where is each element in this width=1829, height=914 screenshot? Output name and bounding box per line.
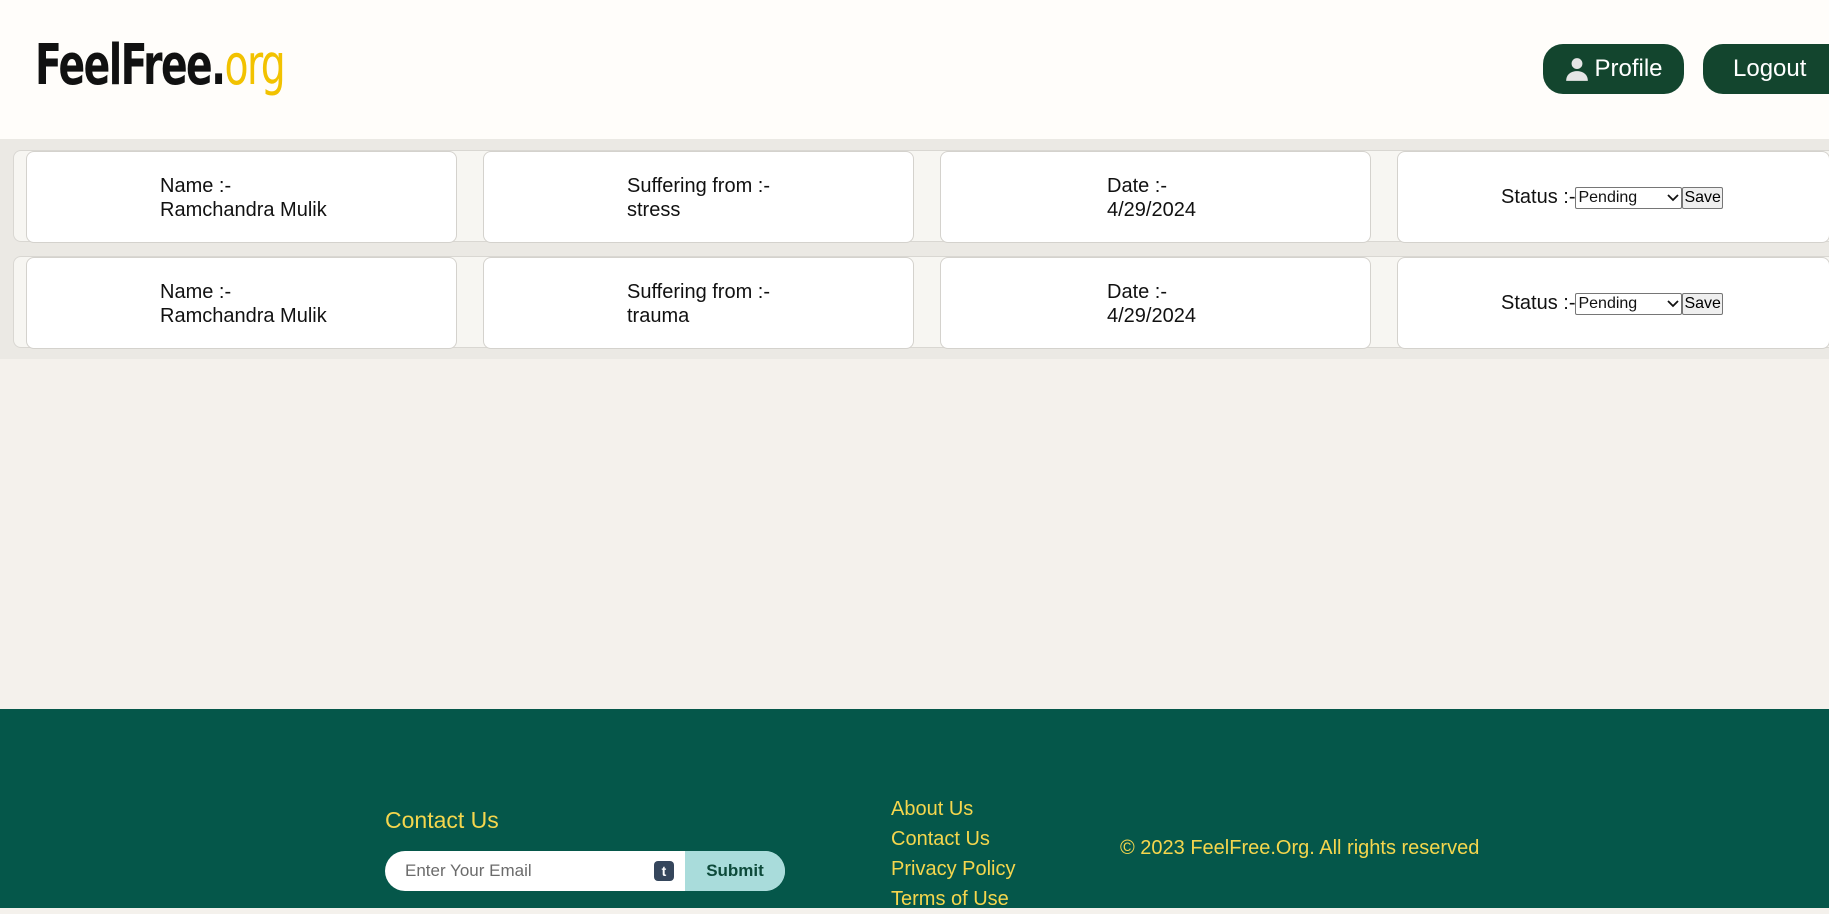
appointment-row: Name :- Ramchandra Mulik Suffering from … [13, 150, 1829, 243]
site-header: FeelFree.org Profile Logout [0, 0, 1829, 139]
profile-button-label: Profile [1594, 55, 1663, 82]
status-select[interactable]: Pending [1575, 292, 1683, 315]
footer-links: About Us Contact Us Privacy Policy Terms… [891, 794, 1015, 914]
name-card: Name :- Ramchandra Mulik [26, 151, 457, 243]
newsletter-form: t Submit [385, 851, 785, 891]
date-card: Date :- 4/29/2024 [940, 151, 1371, 243]
status-label: Status :- [1501, 186, 1576, 208]
name-label: Name :- [160, 281, 232, 303]
status-control: Status :- Pending Save [1501, 186, 1723, 209]
date-value: 4/29/2024 [1107, 305, 1196, 327]
save-button[interactable]: Save [1682, 292, 1723, 315]
site-logo[interactable]: FeelFree.org [35, 28, 286, 103]
name-card: Name :- Ramchandra Mulik [26, 257, 457, 349]
suffering-value: trauma [627, 305, 690, 327]
contact-us-heading: Contact Us [385, 807, 499, 833]
site-footer: Contact Us t Submit About Us Contact Us … [0, 709, 1829, 910]
status-selected-value: Pending [1578, 294, 1638, 312]
logout-button-label: Logout [1733, 55, 1807, 82]
status-control: Status :- Pending Save [1501, 292, 1723, 315]
chevron-down-icon [1667, 193, 1680, 201]
patient-name: Ramchandra Mulik [160, 199, 327, 221]
logo-main-text: FeelFree. [35, 33, 226, 98]
suffering-card: Suffering from :- trauma [483, 257, 914, 349]
suffering-label: Suffering from :- [627, 281, 771, 303]
date-card: Date :- 4/29/2024 [940, 257, 1371, 349]
submit-button[interactable]: Submit [685, 851, 785, 891]
date-value: 4/29/2024 [1107, 199, 1196, 221]
suffering-label: Suffering from :- [627, 175, 771, 197]
footer-link-terms-of-use[interactable]: Terms of Use [891, 884, 1015, 914]
suffering-value: stress [627, 199, 681, 221]
footer-link-privacy-policy[interactable]: Privacy Policy [891, 854, 1015, 884]
chevron-down-icon [1667, 299, 1680, 307]
date-label: Date :- [1107, 175, 1168, 197]
date-label: Date :- [1107, 281, 1168, 303]
save-button[interactable]: Save [1682, 186, 1723, 209]
status-card: Status :- Pending Save [1397, 257, 1829, 349]
name-label: Name :- [160, 175, 232, 197]
suffering-card: Suffering from :- stress [483, 151, 914, 243]
profile-button[interactable]: Profile [1543, 44, 1684, 94]
status-selected-value: Pending [1578, 188, 1638, 206]
logo-tld-text: org [224, 33, 286, 98]
footer-link-about-us[interactable]: About Us [891, 794, 1015, 824]
patient-name: Ramchandra Mulik [160, 305, 327, 327]
status-label: Status :- [1501, 292, 1576, 314]
user-icon [1566, 58, 1589, 81]
copyright-text: © 2023 FeelFree.Org. All rights reserved [1120, 837, 1480, 859]
footer-link-contact-us[interactable]: Contact Us [891, 824, 1015, 854]
status-select[interactable]: Pending [1575, 186, 1683, 209]
status-card: Status :- Pending Save [1397, 151, 1829, 243]
logout-button[interactable]: Logout [1703, 44, 1829, 94]
email-input[interactable] [385, 851, 685, 891]
tumblr-icon[interactable]: t [654, 861, 674, 881]
appointment-row: Name :- Ramchandra Mulik Suffering from … [13, 256, 1829, 349]
